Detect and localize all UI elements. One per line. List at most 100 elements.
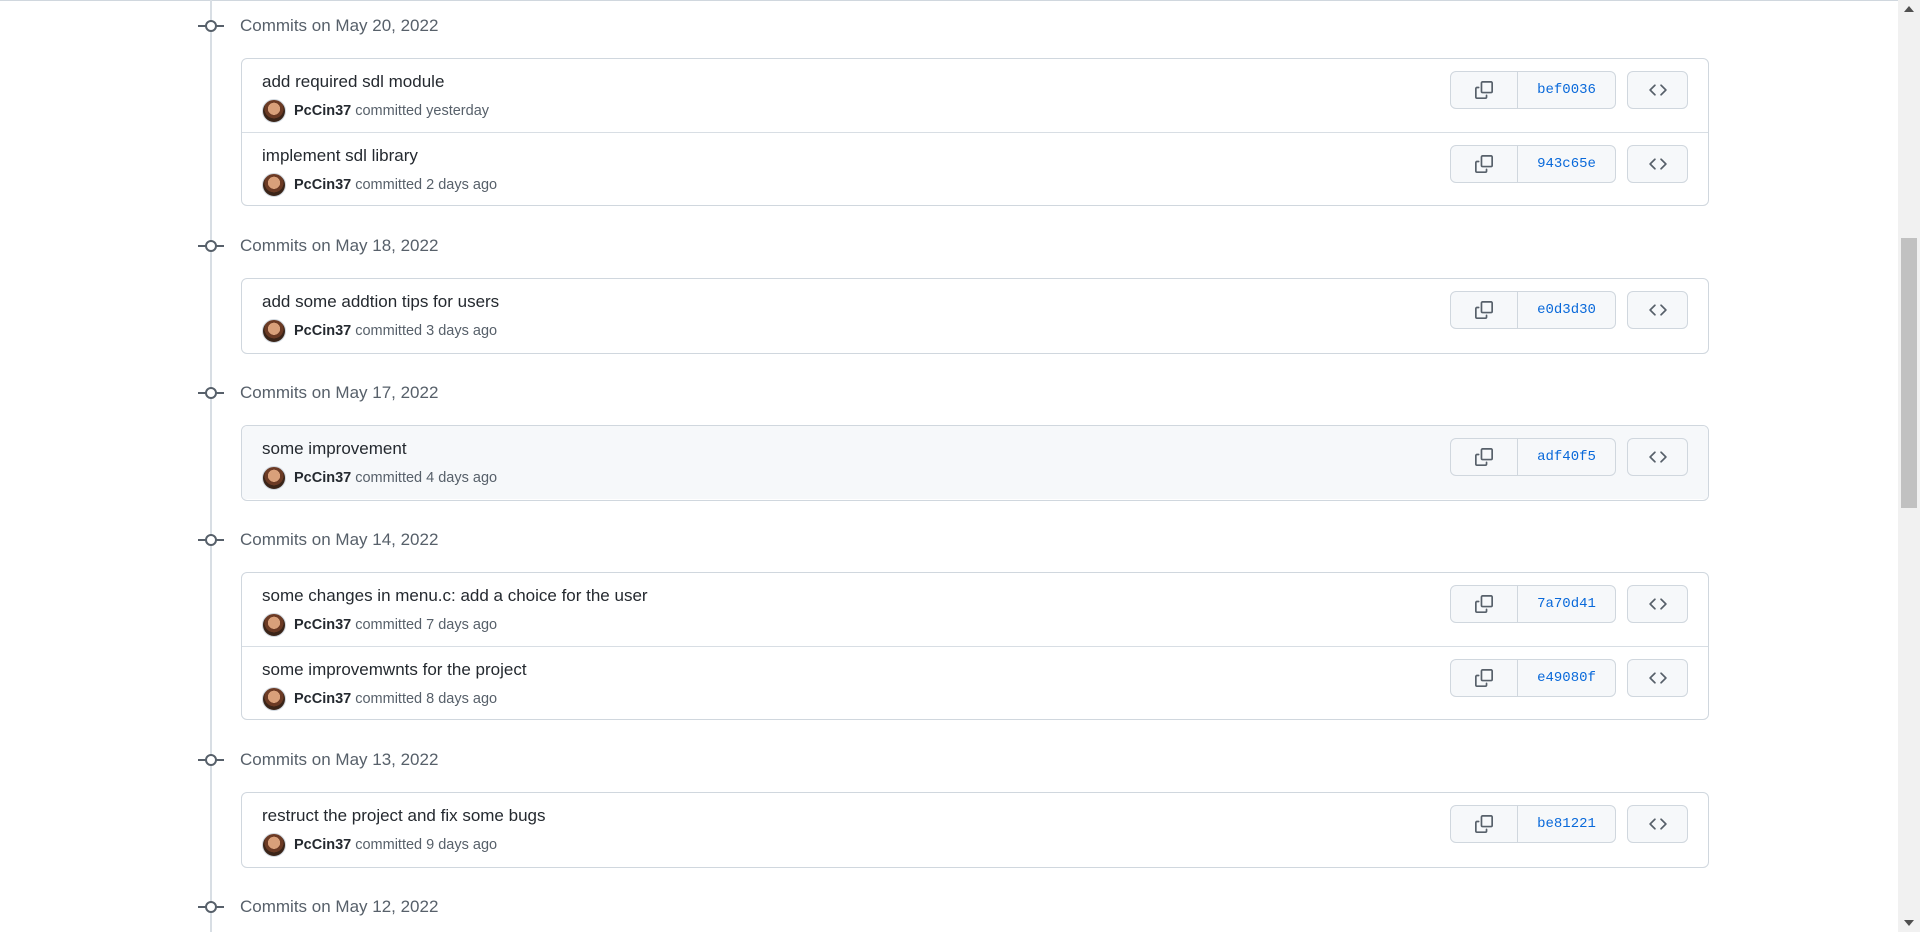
commit-group-header: Commits on May 14, 2022 [198,525,438,555]
commit-time: committed 3 days ago [355,323,498,339]
commit-list: some changes in menu.c: add a choice for… [241,572,1709,720]
copy-icon [1475,669,1493,687]
avatar[interactable] [262,466,286,490]
commit-author-link[interactable]: PcCin37 [294,617,351,633]
timeline-line [210,0,212,932]
commit-sha-link[interactable]: be81221 [1518,806,1615,842]
commit-row: add required sdl module PcCin37 committe… [242,59,1708,132]
copy-icon [1475,81,1493,99]
commit-group-header: Commits on May 17, 2022 [198,378,438,408]
avatar[interactable] [262,319,286,343]
commit-list: add some addtion tips for users PcCin37 … [241,278,1709,354]
commit-group-date: Commits on May 12, 2022 [240,897,439,916]
copy-sha-button[interactable] [1451,806,1518,842]
sha-button-group: be81221 [1450,805,1616,843]
browse-repo-button[interactable] [1627,585,1688,623]
sha-button-group: e49080f [1450,659,1616,697]
code-icon [1648,451,1667,463]
commit-meta: PcCin37 committed 2 days ago [262,173,497,197]
browse-repo-button[interactable] [1627,291,1688,329]
commit-message-link[interactable]: some improvement [262,439,407,459]
copy-sha-button[interactable] [1451,72,1518,108]
commit-list: add required sdl module PcCin37 committe… [241,58,1709,206]
git-commit-icon [198,380,224,406]
avatar[interactable] [262,687,286,711]
commit-sha-link[interactable]: 7a70d41 [1518,586,1615,622]
commit-sha-link[interactable]: bef0036 [1518,72,1615,108]
commit-actions: bef0036 [1450,71,1688,109]
commit-history: Commits on May 20, 2022 add required sdl… [0,0,1898,932]
copy-sha-button[interactable] [1451,146,1518,182]
copy-sha-button[interactable] [1451,439,1518,475]
commit-group-header: Commits on May 18, 2022 [198,231,438,261]
commit-list: restruct the project and fix some bugs P… [241,792,1709,868]
commit-message-link[interactable]: add required sdl module [262,72,444,92]
scrollbar-thumb[interactable] [1901,238,1917,508]
commit-time: committed 4 days ago [355,470,498,486]
code-icon [1648,598,1667,610]
commit-sha-link[interactable]: 943c65e [1518,146,1615,182]
copy-icon [1475,815,1493,833]
browse-repo-button[interactable] [1627,145,1688,183]
avatar[interactable] [262,833,286,857]
git-commit-icon [198,13,224,39]
vertical-scrollbar[interactable] [1898,0,1920,932]
browse-repo-button[interactable] [1627,805,1688,843]
sha-button-group: e0d3d30 [1450,291,1616,329]
browse-repo-button[interactable] [1627,438,1688,476]
code-icon [1648,84,1667,96]
commit-list: some improvement PcCin37 committed 4 day… [241,425,1709,501]
commit-meta: PcCin37 committed 7 days ago [262,613,497,637]
commit-message-link[interactable]: restruct the project and fix some bugs [262,806,545,826]
commit-author-link[interactable]: PcCin37 [294,103,351,119]
git-commit-icon [198,894,224,920]
commit-actions: e49080f [1450,659,1688,697]
sha-button-group: adf40f5 [1450,438,1616,476]
sha-button-group: 7a70d41 [1450,585,1616,623]
commit-time: committed 8 days ago [355,691,498,707]
commit-author-link[interactable]: PcCin37 [294,691,351,707]
copy-sha-button[interactable] [1451,660,1518,696]
git-commit-icon [198,747,224,773]
commit-time: committed 7 days ago [355,617,498,633]
scroll-down-arrow-icon[interactable] [1904,920,1914,926]
commit-row: add some addtion tips for users PcCin37 … [242,279,1708,352]
commit-message-link[interactable]: some changes in menu.c: add a choice for… [262,586,648,606]
commit-sha-link[interactable]: e0d3d30 [1518,292,1615,328]
commit-actions: adf40f5 [1450,438,1688,476]
commit-row: some changes in menu.c: add a choice for… [242,573,1708,646]
avatar[interactable] [262,613,286,637]
commit-row: some improvement PcCin37 committed 4 day… [242,426,1708,499]
commit-sha-link[interactable]: e49080f [1518,660,1615,696]
commit-author-link[interactable]: PcCin37 [294,177,351,193]
commit-group-date: Commits on May 13, 2022 [240,750,439,769]
commit-group-header: Commits on May 13, 2022 [198,745,438,775]
browse-repo-button[interactable] [1627,71,1688,109]
commit-row: some improvemwnts for the project PcCin3… [242,646,1708,719]
commit-time: committed 9 days ago [355,837,498,853]
commit-message-link[interactable]: add some addtion tips for users [262,292,499,312]
commit-author-link[interactable]: PcCin37 [294,323,351,339]
commit-actions: 7a70d41 [1450,585,1688,623]
commit-message-link[interactable]: implement sdl library [262,146,418,166]
copy-sha-button[interactable] [1451,292,1518,328]
commit-author-link[interactable]: PcCin37 [294,837,351,853]
commit-author-link[interactable]: PcCin37 [294,470,351,486]
commit-sha-link[interactable]: adf40f5 [1518,439,1615,475]
sha-button-group: 943c65e [1450,145,1616,183]
commit-row: restruct the project and fix some bugs P… [242,793,1708,866]
commit-meta: PcCin37 committed 4 days ago [262,466,497,490]
browse-repo-button[interactable] [1627,659,1688,697]
git-commit-icon [198,233,224,259]
commit-time: committed yesterday [355,103,490,119]
avatar[interactable] [262,99,286,123]
commit-actions: 943c65e [1450,145,1688,183]
scroll-up-arrow-icon[interactable] [1904,6,1914,12]
sha-button-group: bef0036 [1450,71,1616,109]
code-icon [1648,304,1667,316]
copy-icon [1475,448,1493,466]
commit-message-link[interactable]: some improvemwnts for the project [262,660,527,680]
commit-group-header: Commits on May 20, 2022 [198,11,438,41]
avatar[interactable] [262,173,286,197]
copy-sha-button[interactable] [1451,586,1518,622]
